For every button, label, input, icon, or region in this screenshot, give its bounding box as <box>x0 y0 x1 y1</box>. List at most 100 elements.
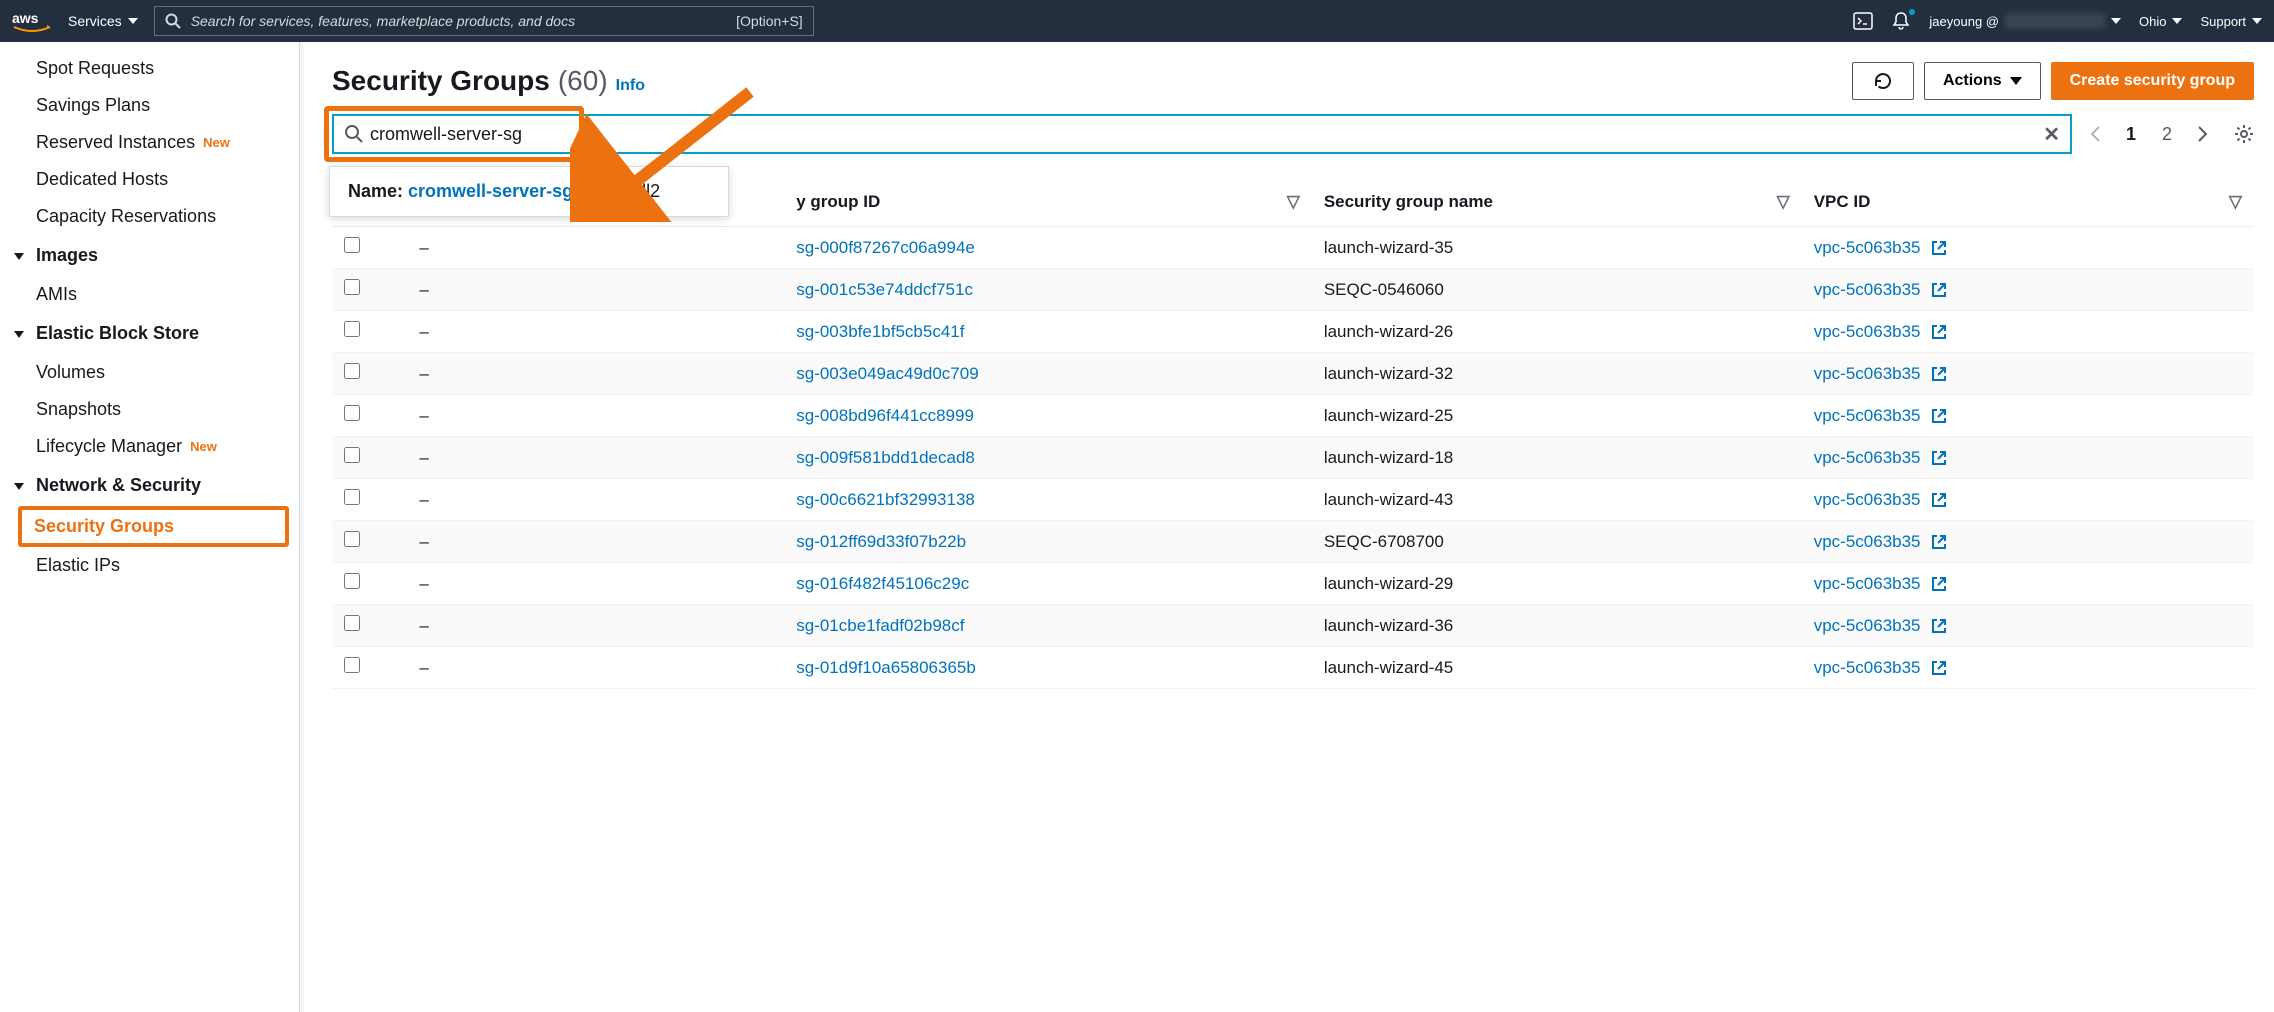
sort-icon: ▽ <box>2229 192 2242 212</box>
row-checkbox[interactable] <box>344 657 360 673</box>
row-sg-id[interactable]: sg-003bfe1bf5cb5c41f <box>784 311 1312 353</box>
external-link-icon <box>1931 660 1947 676</box>
external-link-icon <box>1931 408 1947 424</box>
row-sg-id[interactable]: sg-003e049ac49d0c709 <box>784 353 1312 395</box>
filter-search[interactable]: ✕ <box>332 114 2072 154</box>
nav-right: jaeyoung @ Ohio Support <box>1853 11 2262 31</box>
row-vpc-id[interactable]: vpc-5c063b35 <box>1802 647 2254 689</box>
create-security-group-button[interactable]: Create security group <box>2051 62 2254 100</box>
notifications-icon[interactable] <box>1891 11 1911 31</box>
row-sg-id[interactable]: sg-01d9f10a65806365b <box>784 647 1312 689</box>
autocomplete-label: Name: <box>348 181 408 201</box>
row-checkbox[interactable] <box>344 447 360 463</box>
row-vpc-id[interactable]: vpc-5c063b35 <box>1802 311 2254 353</box>
th-security-group-id[interactable]: y group ID ▽ <box>784 178 1312 227</box>
chevron-right-icon <box>2192 124 2212 144</box>
row-checkbox-cell <box>332 353 407 395</box>
row-vpc-id[interactable]: vpc-5c063b35 <box>1802 395 2254 437</box>
support-menu[interactable]: Support <box>2200 14 2262 29</box>
row-vpc-id[interactable]: vpc-5c063b35 <box>1802 227 2254 269</box>
row-vpc-id[interactable]: vpc-5c063b35 <box>1802 605 2254 647</box>
region-label: Ohio <box>2139 14 2166 29</box>
info-link[interactable]: Info <box>616 77 645 95</box>
row-checkbox[interactable] <box>344 321 360 337</box>
sidebar-item-amis[interactable]: AMIs <box>0 276 299 313</box>
sidebar-item-dedicated-hosts[interactable]: Dedicated Hosts <box>0 161 299 198</box>
filter-input[interactable] <box>370 124 2043 145</box>
caret-down-icon <box>2172 18 2182 24</box>
header-actions: Actions Create security group <box>1852 62 2254 100</box>
row-checkbox[interactable] <box>344 615 360 631</box>
clear-filter-button[interactable]: ✕ <box>2043 122 2060 147</box>
pager-page-1[interactable]: 1 <box>2120 120 2142 149</box>
autocomplete-dropdown: Name: cromwell-server-sg-cromwell2 <box>329 166 729 217</box>
refresh-button[interactable] <box>1852 62 1914 100</box>
filter-search-wrap: ✕ Name: cromwell-server-sg-cromwell2 <box>332 114 2072 154</box>
th-label: Security group name <box>1324 192 1493 211</box>
autocomplete-match: cromwell-server-sg <box>408 181 573 201</box>
services-menu[interactable]: Services <box>68 13 138 29</box>
global-search[interactable]: Search for services, features, marketpla… <box>154 6 814 36</box>
row-vpc-id[interactable]: vpc-5c063b35 <box>1802 353 2254 395</box>
account-menu[interactable]: jaeyoung @ <box>1929 13 2121 29</box>
row-checkbox[interactable] <box>344 363 360 379</box>
region-menu[interactable]: Ohio <box>2139 14 2182 29</box>
external-link-icon <box>1931 492 1947 508</box>
external-link-icon <box>1931 366 1947 382</box>
sidebar-item-security-groups[interactable]: Security Groups <box>18 506 289 547</box>
sidebar-item-elastic-ips[interactable]: Elastic IPs <box>0 547 299 584</box>
pager-next[interactable] <box>2192 124 2212 144</box>
sidebar-item-savings-plans[interactable]: Savings Plans <box>0 87 299 124</box>
row-checkbox[interactable] <box>344 279 360 295</box>
autocomplete-item[interactable]: Name: cromwell-server-sg-cromwell2 <box>348 181 710 202</box>
row-name: – <box>407 479 784 521</box>
sidebar-section-images[interactable]: Images <box>0 235 299 276</box>
row-sg-name: launch-wizard-35 <box>1312 227 1802 269</box>
sidebar-section-ebs[interactable]: Elastic Block Store <box>0 313 299 354</box>
row-sg-id[interactable]: sg-000f87267c06a994e <box>784 227 1312 269</box>
sidebar-item-volumes[interactable]: Volumes <box>0 354 299 391</box>
aws-top-nav: aws Services Search for services, featur… <box>0 0 2274 42</box>
row-vpc-id[interactable]: vpc-5c063b35 <box>1802 437 2254 479</box>
pager-page-2[interactable]: 2 <box>2156 120 2178 149</box>
row-vpc-id[interactable]: vpc-5c063b35 <box>1802 563 2254 605</box>
row-name: – <box>407 353 784 395</box>
row-checkbox[interactable] <box>344 489 360 505</box>
actions-button[interactable]: Actions <box>1924 62 2041 100</box>
row-sg-id[interactable]: sg-01cbe1fadf02b98cf <box>784 605 1312 647</box>
cloudshell-icon[interactable] <box>1853 11 1873 31</box>
row-vpc-id[interactable]: vpc-5c063b35 <box>1802 479 2254 521</box>
sidebar-section-network-security[interactable]: Network & Security <box>0 465 299 506</box>
row-checkbox[interactable] <box>344 573 360 589</box>
aws-logo[interactable]: aws <box>12 9 52 33</box>
row-sg-id[interactable]: sg-009f581bdd1decad8 <box>784 437 1312 479</box>
sort-icon: ▽ <box>1287 192 1300 212</box>
sidebar-item-label: Lifecycle Manager <box>36 436 182 457</box>
row-sg-id[interactable]: sg-016f482f45106c29c <box>784 563 1312 605</box>
row-checkbox[interactable] <box>344 237 360 253</box>
row-vpc-id[interactable]: vpc-5c063b35 <box>1802 521 2254 563</box>
row-name: – <box>407 605 784 647</box>
row-checkbox-cell <box>332 605 407 647</box>
sidebar-item-spot-requests[interactable]: Spot Requests <box>0 50 299 87</box>
table-row: –sg-003e049ac49d0c709launch-wizard-32vpc… <box>332 353 2254 395</box>
th-security-group-name[interactable]: Security group name ▽ <box>1312 178 1802 227</box>
sidebar-item-lifecycle-manager[interactable]: Lifecycle Manager New <box>0 428 299 465</box>
row-sg-name: launch-wizard-25 <box>1312 395 1802 437</box>
pager-prev[interactable] <box>2086 124 2106 144</box>
settings-button[interactable] <box>2234 124 2254 144</box>
row-vpc-id[interactable]: vpc-5c063b35 <box>1802 269 2254 311</box>
sidebar-item-capacity-reservations[interactable]: Capacity Reservations <box>0 198 299 235</box>
sidebar-item-snapshots[interactable]: Snapshots <box>0 391 299 428</box>
row-sg-id[interactable]: sg-012ff69d33f07b22b <box>784 521 1312 563</box>
row-sg-id[interactable]: sg-001c53e74ddcf751c <box>784 269 1312 311</box>
row-checkbox[interactable] <box>344 405 360 421</box>
row-sg-id[interactable]: sg-008bd96f441cc8999 <box>784 395 1312 437</box>
row-sg-id[interactable]: sg-00c6621bf32993138 <box>784 479 1312 521</box>
row-checkbox[interactable] <box>344 531 360 547</box>
sidebar-item-reserved-instances[interactable]: Reserved Instances New <box>0 124 299 161</box>
table-row: –sg-009f581bdd1decad8launch-wizard-18vpc… <box>332 437 2254 479</box>
th-vpc-id[interactable]: VPC ID ▽ <box>1802 178 2254 227</box>
table-row: –sg-000f87267c06a994elaunch-wizard-35vpc… <box>332 227 2254 269</box>
row-sg-name: SEQC-0546060 <box>1312 269 1802 311</box>
